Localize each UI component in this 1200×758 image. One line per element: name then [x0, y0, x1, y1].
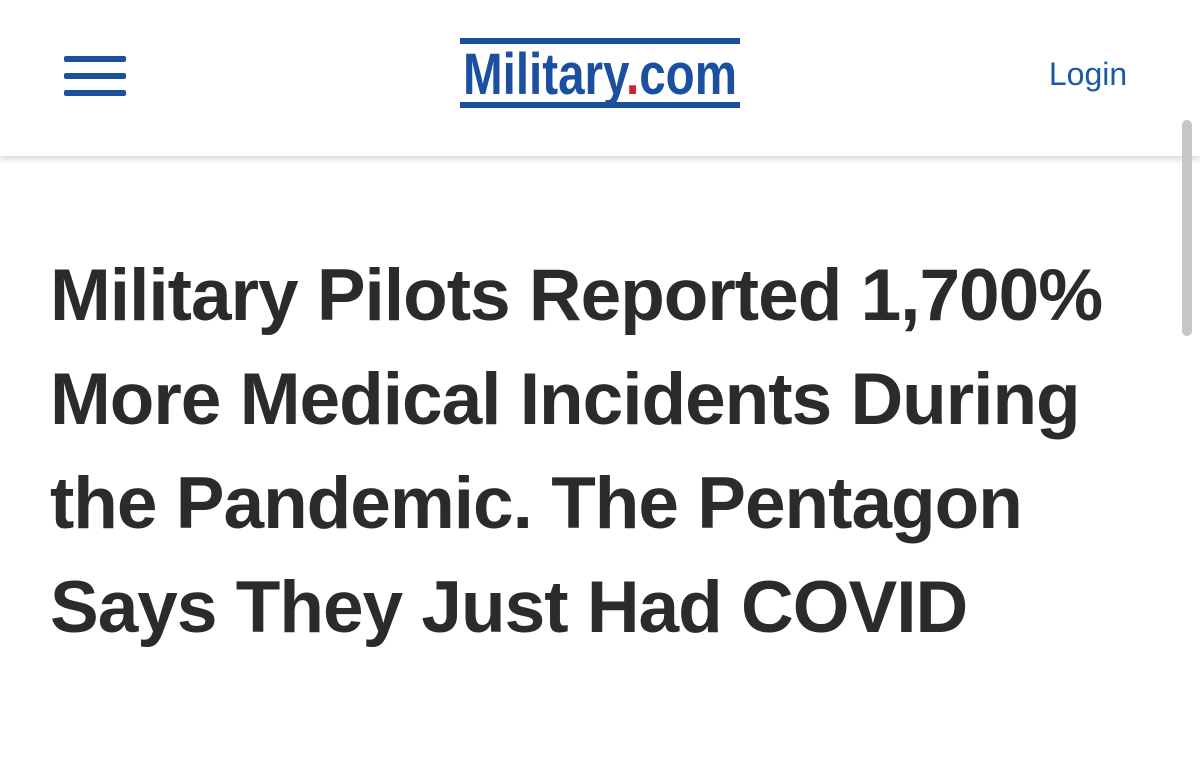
- menu-button[interactable]: [58, 50, 132, 102]
- menu-bar-bottom: [64, 90, 126, 96]
- logo-wordmark: Military.com: [463, 42, 737, 107]
- menu-bar-top: [64, 56, 126, 62]
- article-headline: Military Pilots Reported 1,700% More Med…: [50, 255, 1103, 648]
- site-header: Military.com Login: [0, 0, 1200, 156]
- logo-text-domain: com: [639, 42, 737, 107]
- page-scrollbar[interactable]: [1182, 120, 1192, 336]
- logo-text-main: Military: [463, 42, 629, 107]
- login-link[interactable]: Login: [1030, 52, 1146, 96]
- logo-dot: .: [626, 42, 639, 107]
- menu-bar-middle: [64, 73, 126, 79]
- site-logo[interactable]: Military.com: [458, 36, 742, 118]
